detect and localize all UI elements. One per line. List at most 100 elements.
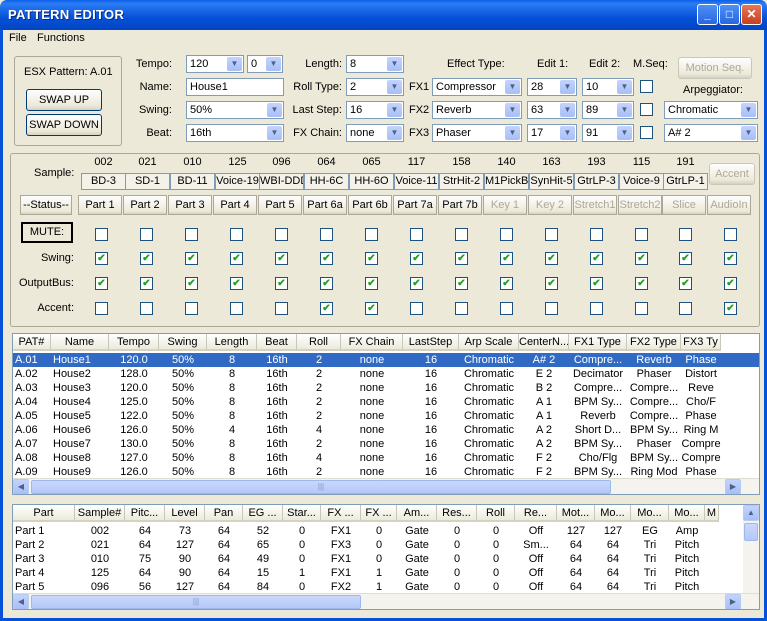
swing-checkbox[interactable]: ✔: [635, 252, 648, 265]
minimize-button[interactable]: _: [697, 4, 718, 25]
outputbus-checkbox[interactable]: ✔: [679, 277, 692, 290]
scroll-thumb[interactable]: |||: [31, 480, 611, 494]
column-header[interactable]: EG ...: [243, 505, 283, 522]
mute-checkbox[interactable]: [365, 228, 378, 241]
tempo-select[interactable]: 120 ▼: [186, 55, 244, 73]
swing-checkbox[interactable]: ✔: [410, 252, 423, 265]
table-row[interactable]: Part 2 021 64 127 64 65 0 FX3 0 Gate 0 0 Sm... 64 64 Tr…: [13, 538, 741, 552]
table-row[interactable]: A.09 House9 126.0 50% 8 16th 2 none 16 Chromatic F…: [13, 465, 759, 479]
outputbus-checkbox[interactable]: ✔: [410, 277, 423, 290]
part-button[interactable]: Part 4: [213, 195, 257, 215]
scroll-up-icon[interactable]: ▲: [743, 505, 759, 521]
fx-type-select[interactable]: Compressor ▼: [432, 78, 522, 96]
parts-table[interactable]: Part Sample# Pitc... Level Pan EG ... Star... F…: [12, 504, 760, 610]
fx-edit1-select[interactable]: 17 ▼: [527, 124, 577, 142]
accent-checkbox[interactable]: [590, 302, 603, 315]
accent-checkbox[interactable]: [545, 302, 558, 315]
mute-checkbox[interactable]: [95, 228, 108, 241]
mute-checkbox[interactable]: [635, 228, 648, 241]
swing-select[interactable]: 50% ▼: [186, 101, 284, 119]
maximize-button[interactable]: □: [719, 4, 740, 25]
table-row[interactable]: Part 3 010 75 90 64 49 0 FX1 0 Gate 0 0 Off 64 64 Tri Pi…: [13, 552, 741, 566]
outputbus-checkbox[interactable]: ✔: [455, 277, 468, 290]
mute-checkbox[interactable]: [185, 228, 198, 241]
outputbus-checkbox[interactable]: ✔: [545, 277, 558, 290]
table-row[interactable]: Part 5 096 56 127 64 84 0 FX2 1 Gate 0 0 Off 64 64 Tri P…: [13, 580, 741, 594]
sample-name-cell[interactable]: HH-6O: [349, 173, 394, 190]
scroll-left-icon[interactable]: ◀: [13, 594, 29, 609]
swing-checkbox[interactable]: ✔: [500, 252, 513, 265]
column-header[interactable]: Roll: [297, 334, 341, 351]
swing-checkbox[interactable]: ✔: [365, 252, 378, 265]
part-button[interactable]: Part 2: [123, 195, 167, 215]
name-input[interactable]: House1: [186, 78, 284, 96]
column-header[interactable]: Tempo: [109, 334, 159, 351]
mute-checkbox[interactable]: [140, 228, 153, 241]
column-header[interactable]: Swing: [159, 334, 207, 351]
fx-edit2-select[interactable]: 10 ▼: [582, 78, 634, 96]
part-button[interactable]: Slice: [662, 195, 706, 215]
swing-checkbox[interactable]: ✔: [320, 252, 333, 265]
swing-checkbox[interactable]: ✔: [724, 252, 737, 265]
column-header[interactable]: Beat: [257, 334, 297, 351]
outputbus-checkbox[interactable]: ✔: [365, 277, 378, 290]
column-header[interactable]: Name: [51, 334, 109, 351]
column-header[interactable]: FX1 Type: [569, 334, 627, 351]
accent-checkbox[interactable]: [185, 302, 198, 315]
swing-checkbox[interactable]: ✔: [95, 252, 108, 265]
menu-functions[interactable]: Functions: [37, 32, 85, 44]
mute-checkbox[interactable]: [500, 228, 513, 241]
outputbus-checkbox[interactable]: ✔: [590, 277, 603, 290]
scroll-right-icon[interactable]: ▶: [725, 479, 741, 494]
column-header[interactable]: Res...: [437, 505, 477, 522]
mute-checkbox[interactable]: [230, 228, 243, 241]
sample-name-cell[interactable]: GtrLP-3: [574, 173, 619, 190]
table-row[interactable]: Part 1 002 64 73 64 52 0 FX1 0 Gate 0 0 Off 127 127 EG A…: [13, 524, 741, 538]
mute-checkbox[interactable]: [320, 228, 333, 241]
table-row[interactable]: A.03 House3 120.0 50% 8 16th 2 none 16 Chromatic B…: [13, 381, 759, 395]
accent-checkbox[interactable]: [410, 302, 423, 315]
accent-checkbox[interactable]: [679, 302, 692, 315]
column-header[interactable]: M: [705, 505, 719, 522]
column-header[interactable]: Mo...: [631, 505, 669, 522]
table-row[interactable]: A.04 House4 125.0 50% 8 16th 2 none 16 Chromatic A…: [13, 395, 759, 409]
parts-table-vscroll[interactable]: ▲: [743, 505, 759, 593]
sample-name-cell[interactable]: Voice-19: [215, 173, 260, 190]
swing-checkbox[interactable]: ✔: [679, 252, 692, 265]
part-button[interactable]: Part 1: [78, 195, 122, 215]
sample-name-cell[interactable]: GtrLP-1: [663, 173, 708, 190]
pattern-table-hscroll[interactable]: ◀ ||| ▶: [13, 478, 759, 494]
part-button[interactable]: Part 6a: [303, 195, 347, 215]
table-row[interactable]: A.08 House8 127.0 50% 8 16th 4 none 16 Chromatic F…: [13, 451, 759, 465]
close-button[interactable]: ✕: [741, 4, 762, 25]
sample-name-cell[interactable]: StrHit-2: [439, 173, 484, 190]
swap-down-button[interactable]: SWAP DOWN: [26, 114, 102, 136]
roll-type-select[interactable]: 2 ▼: [346, 78, 404, 96]
accent-checkbox[interactable]: [275, 302, 288, 315]
accent-checkbox[interactable]: ✔: [365, 302, 378, 315]
fx-type-select[interactable]: Reverb ▼: [432, 101, 522, 119]
beat-select[interactable]: 16th ▼: [186, 124, 284, 142]
swing-checkbox[interactable]: ✔: [230, 252, 243, 265]
sample-name-cell[interactable]: M1PickBs: [484, 173, 529, 190]
swing-checkbox[interactable]: ✔: [275, 252, 288, 265]
mute-checkbox[interactable]: [679, 228, 692, 241]
status-button[interactable]: --Status--: [20, 195, 72, 215]
column-header[interactable]: FX2 Type: [627, 334, 681, 351]
column-header[interactable]: FX3 Ty: [681, 334, 721, 351]
column-header[interactable]: Sample#: [75, 505, 125, 522]
column-header[interactable]: FX ...: [361, 505, 397, 522]
column-header[interactable]: CenterN...: [519, 334, 569, 351]
scroll-thumb[interactable]: |||: [31, 595, 361, 609]
accent-button[interactable]: Accent: [709, 163, 755, 185]
pattern-table[interactable]: PAT# Name Tempo Swing Length Beat Roll FX Chain…: [12, 333, 760, 495]
accent-checkbox[interactable]: ✔: [724, 302, 737, 315]
column-header[interactable]: Roll: [477, 505, 515, 522]
table-row[interactable]: A.02 House2 128.0 50% 8 16th 2 none 16 Chromatic E…: [13, 367, 759, 381]
scroll-left-icon[interactable]: ◀: [13, 479, 29, 494]
outputbus-checkbox[interactable]: ✔: [635, 277, 648, 290]
mute-checkbox[interactable]: [590, 228, 603, 241]
menu-file[interactable]: File: [9, 32, 27, 44]
outputbus-checkbox[interactable]: ✔: [140, 277, 153, 290]
mute-checkbox[interactable]: [545, 228, 558, 241]
